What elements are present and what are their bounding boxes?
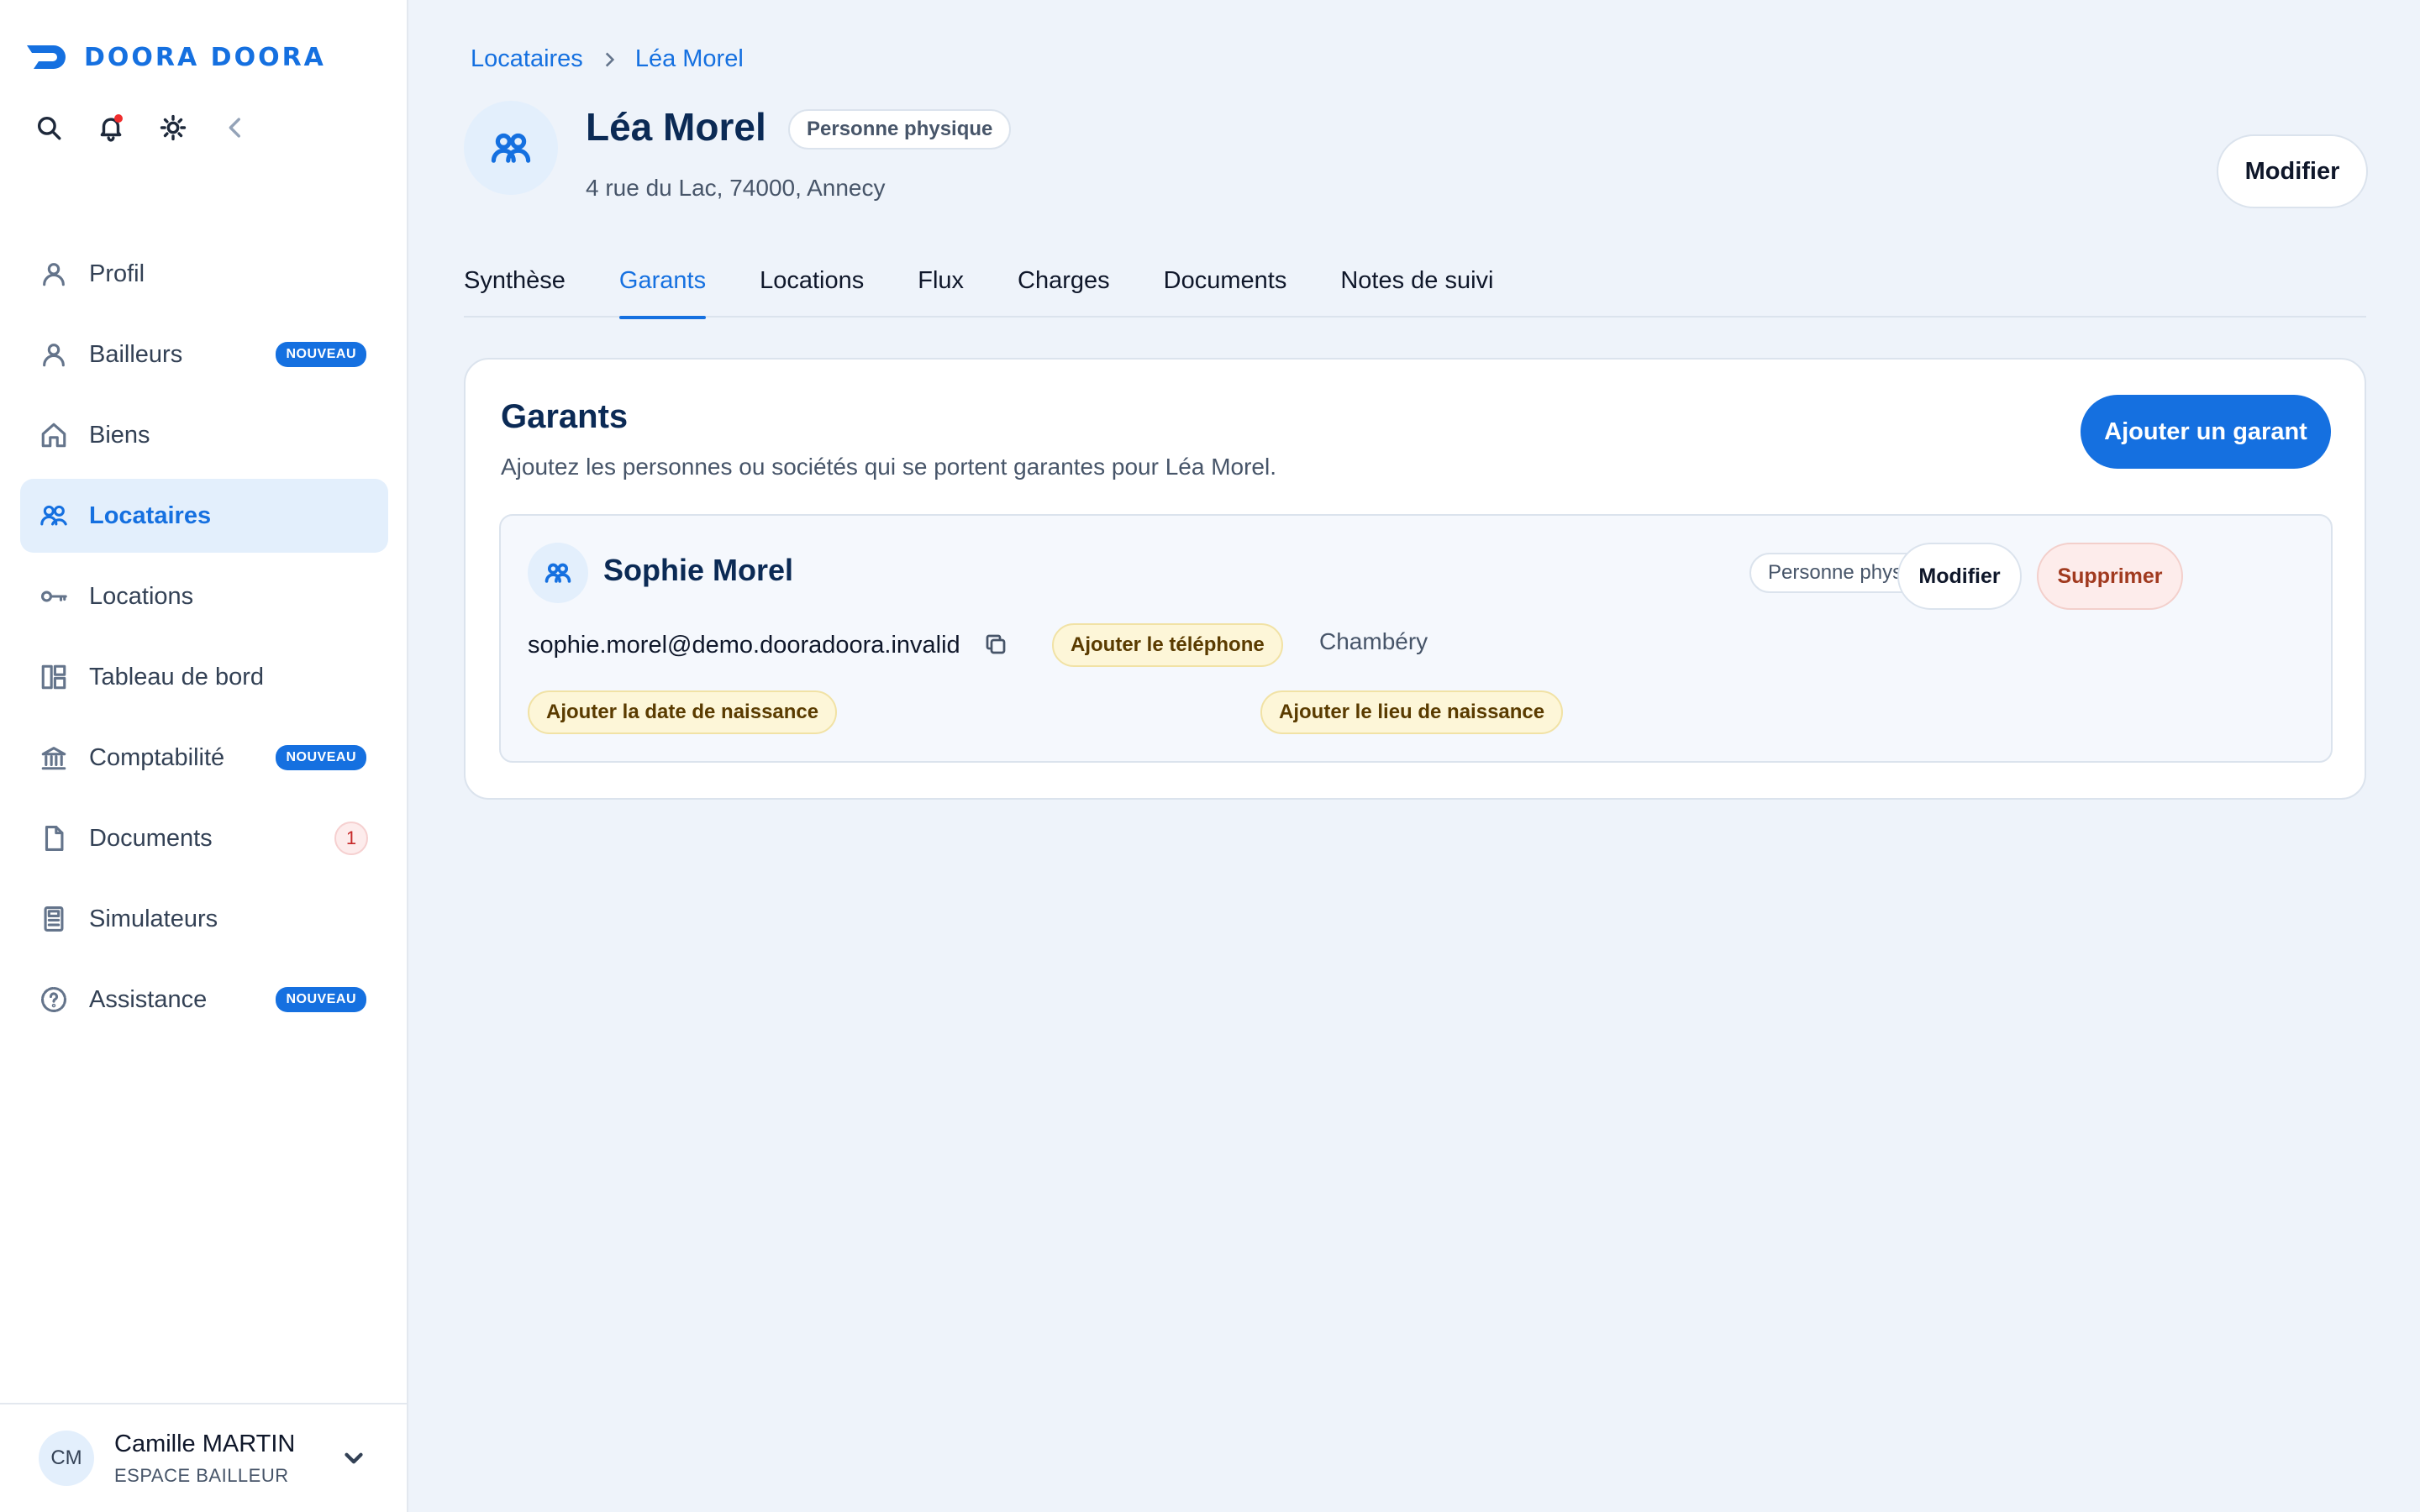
sidebar-item-label: Documents [89,824,213,852]
tab-synthese[interactable]: Synthèse [464,267,566,318]
sidebar-item-documents[interactable]: Documents 1 [20,801,388,875]
edit-guarantor-button[interactable]: Modifier [1897,543,2022,610]
breadcrumb-parent-link[interactable]: Locataires [471,45,583,73]
sidebar-item-simulateurs[interactable]: Simulateurs [20,882,388,956]
breadcrumb: Locataires Léa Morel [471,45,744,73]
logo-text: DOORA DOORA [84,42,326,72]
breadcrumb-current[interactable]: Léa Morel [635,45,744,73]
guarantor-email: sophie.morel@demo.dooradoora.invalid [528,632,960,659]
sidebar-item-profil[interactable]: Profil [20,237,388,311]
tab-flux[interactable]: Flux [918,267,964,318]
sidebar-item-label: Profil [89,260,145,287]
logo[interactable]: DOORA DOORA [25,40,326,74]
sidebar-item-assistance[interactable]: Assistance NOUVEAU [20,963,388,1037]
guarantor-city: Chambéry [1319,628,1428,654]
sidebar-item-label: Locataires [89,501,212,529]
sidebar: DOORA DOORA Profil Bailleurs NOUVEAU Bie… [0,0,408,1512]
add-phone-button[interactable]: Ajouter le téléphone [1052,623,1283,667]
guarantors-card: Garants Ajoutez les personnes ou société… [464,358,2366,800]
tab-garants[interactable]: Garants [618,267,707,319]
add-birthplace-button[interactable]: Ajouter le lieu de naissance [1260,690,1564,734]
users-icon [544,563,571,583]
sidebar-item-label: Comptabilité [89,743,225,771]
page-title: Léa Morel [586,105,766,149]
users-icon [39,501,69,531]
sidebar-item-locations[interactable]: Locations [20,559,388,633]
sidebar-item-tableau-de-bord[interactable]: Tableau de bord [20,640,388,714]
chevron-right-icon [605,51,614,67]
calculator-icon [39,904,69,934]
user-info: Camille MARTIN ESPACE BAILLEUR [114,1431,295,1487]
logo-mark-icon [27,45,66,69]
users-icon [491,133,531,163]
sidebar-nav: Profil Bailleurs NOUVEAU Biens Locataire… [20,237,388,1043]
documents-count-badge: 1 [334,822,368,855]
key-icon [39,581,69,612]
copy-icon[interactable] [983,632,1012,660]
sidebar-toolbar [34,113,250,143]
guarantor-name: Sophie Morel [603,553,794,587]
sidebar-item-comptabilite[interactable]: Comptabilité NOUVEAU [20,721,388,795]
tenant-avatar [464,101,558,195]
sidebar-item-label: Bailleurs [89,340,183,368]
notification-dot [114,114,123,123]
sidebar-item-label: Simulateurs [89,905,218,932]
tab-locations[interactable]: Locations [760,267,864,318]
bell-icon[interactable] [96,113,126,143]
sidebar-item-label: Assistance [89,985,208,1013]
tab-documents[interactable]: Documents [1164,267,1287,318]
chevron-down-icon[interactable] [339,1444,368,1473]
section-title: Garants [501,398,629,435]
bank-icon [39,743,69,773]
sidebar-item-locataires[interactable]: Locataires [20,479,388,553]
user-role: ESPACE BAILLEUR [114,1464,289,1486]
edit-tenant-button[interactable]: Modifier [2217,134,2368,208]
sidebar-item-label: Biens [89,421,150,449]
delete-guarantor-button[interactable]: Supprimer [2037,543,2183,610]
new-badge: NOUVEAU [276,987,366,1012]
file-icon [39,823,69,853]
tenant-address: 4 rue du Lac, 74000, Annecy [586,175,886,201]
add-birthdate-button[interactable]: Ajouter la date de naissance [528,690,838,734]
sidebar-item-label: Locations [89,582,194,610]
new-badge: NOUVEAU [276,745,366,770]
avatar: CM [39,1431,94,1486]
sidebar-item-biens[interactable]: Biens [20,398,388,472]
user-icon [39,259,69,289]
home-icon [39,420,69,450]
add-guarantor-button[interactable]: Ajouter un garant [2081,395,2331,469]
help-icon [39,984,69,1015]
search-icon[interactable] [34,113,64,143]
dashboard-icon [39,662,69,692]
guarantor-avatar [528,543,588,603]
user-name: Camille MARTIN [114,1430,296,1457]
sidebar-item-label: Tableau de bord [89,663,264,690]
tab-notes-de-suivi[interactable]: Notes de suivi [1340,267,1493,318]
guarantor-item: Sophie Morel Personne physique Modifier … [499,514,2333,763]
new-badge: NOUVEAU [276,342,366,367]
tab-charges[interactable]: Charges [1018,267,1110,318]
collapse-chevron-icon[interactable] [220,113,250,143]
user-menu[interactable]: CM Camille MARTIN ESPACE BAILLEUR [0,1403,407,1512]
user-icon [39,339,69,370]
tabs: Synthèse Garants Locations Flux Charges … [464,267,2366,319]
section-subtitle: Ajoutez les personnes ou sociétés qui se… [501,454,1277,480]
tenant-type-badge: Personne physique [788,109,1012,150]
sidebar-item-bailleurs[interactable]: Bailleurs NOUVEAU [20,318,388,391]
sun-icon[interactable] [158,113,188,143]
